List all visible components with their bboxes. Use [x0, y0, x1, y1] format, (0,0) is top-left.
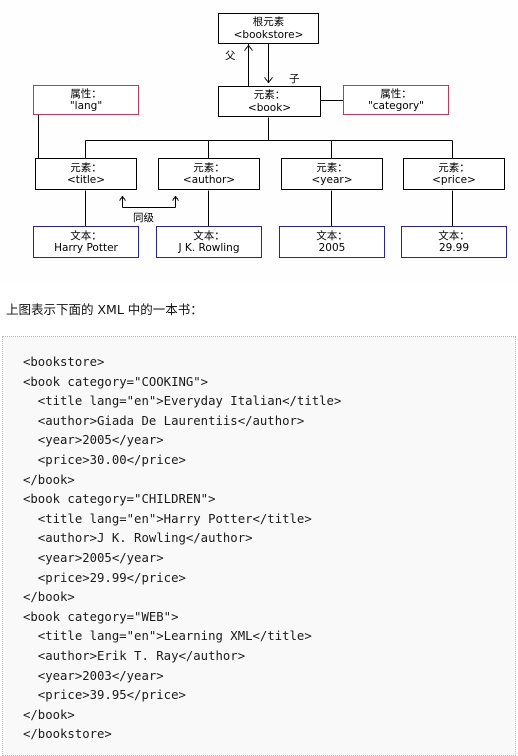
- edge-label-sibling: 同级: [133, 212, 154, 224]
- node-text-author-line1: 文本：: [193, 229, 225, 242]
- node-element-price-line1: 元素：: [438, 161, 470, 174]
- node-text-title-line2: Harry Potter: [54, 242, 118, 254]
- node-text-year-line2: 2005: [318, 242, 346, 254]
- xml-dom-tree-diagram: 根元素 <bookstore> 父 子 属性： "lang" 元素： <book…: [0, 0, 518, 285]
- node-element-author-line2: <author>: [182, 174, 236, 186]
- node-text-author-line2: J K. Rowling: [178, 242, 240, 254]
- node-root-bookstore-line1: 根元素: [252, 16, 285, 29]
- node-element-title-line1: 元素：: [70, 161, 102, 174]
- node-text-price-line1: 文本：: [438, 229, 470, 242]
- node-attribute-category: 属性： "category": [343, 85, 449, 115]
- node-text-price-line2: 29.99: [438, 242, 470, 254]
- node-element-title-line2: <title>: [66, 174, 106, 186]
- node-text-price-value: 文本： 29.99: [401, 226, 507, 258]
- node-element-title: 元素： <title>: [35, 158, 137, 190]
- node-element-book-line1: 元素：: [253, 89, 286, 102]
- node-text-title-value: 文本： Harry Potter: [33, 226, 139, 258]
- node-text-year-value: 文本： 2005: [279, 226, 385, 258]
- edge-label-child: 子: [289, 73, 300, 85]
- node-root-bookstore: 根元素 <bookstore>: [218, 13, 319, 44]
- node-attribute-lang-line1: 属性：: [70, 87, 102, 100]
- diagram-caption: 上图表示下面的 XML 中的一本书：: [6, 302, 203, 317]
- node-text-year-line1: 文本：: [316, 229, 348, 242]
- edge-label-parent: 父: [225, 50, 236, 62]
- node-element-author: 元素： <author>: [158, 158, 260, 190]
- node-text-title-line1: 文本：: [70, 229, 102, 242]
- node-text-author-value: 文本： J K. Rowling: [156, 226, 262, 258]
- node-element-year-line2: <year>: [311, 174, 353, 186]
- node-element-price-line2: <price>: [432, 174, 476, 186]
- node-root-bookstore-line2: <bookstore>: [233, 28, 304, 41]
- node-element-book: 元素： <book>: [218, 86, 321, 117]
- node-element-book-line2: <book>: [247, 101, 292, 114]
- node-attribute-category-line1: 属性：: [380, 87, 412, 100]
- node-element-year: 元素： <year>: [281, 158, 383, 190]
- node-element-price: 元素： <price>: [403, 158, 505, 190]
- xml-code-content: <bookstore> <book category="COOKING"> <t…: [23, 355, 342, 742]
- xml-code-block: <bookstore> <book category="COOKING"> <t…: [2, 336, 516, 756]
- node-attribute-lang: 属性： "lang": [33, 85, 139, 115]
- node-element-year-line1: 元素：: [316, 161, 348, 174]
- node-attribute-lang-line2: "lang": [69, 100, 103, 112]
- node-element-author-line1: 元素：: [193, 161, 225, 174]
- node-attribute-category-line2: "category": [367, 100, 425, 112]
